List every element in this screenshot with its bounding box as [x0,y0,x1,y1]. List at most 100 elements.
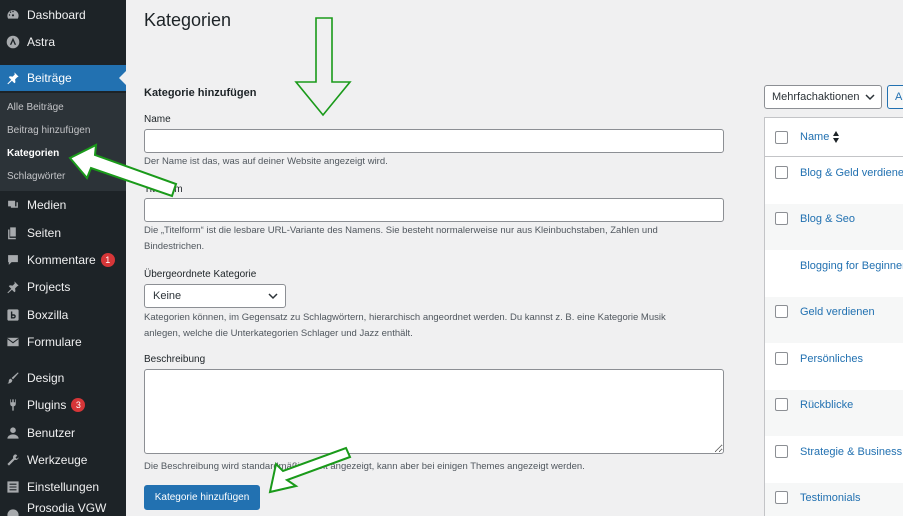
parent-category-label: Übergeordnete Kategorie [144,269,257,280]
category-name-link[interactable]: Blog & Seo [800,213,855,225]
media-icon [6,198,20,212]
categories-table: Name Blog & Geld verdienen Blog & Seo Bl… [764,117,903,516]
menu-label: Prosodia VGW OS [27,501,107,516]
astra-icon [6,35,20,49]
category-name-link[interactable]: Persönliches [800,353,863,365]
category-name-link[interactable]: Blog & Geld verdienen [800,167,903,179]
table-row: Geld verdienen [765,297,903,343]
plugin-icon [6,398,20,412]
row-checkbox[interactable] [775,212,788,225]
page-title: Kategorien [144,10,232,30]
plugin-update-badge: 3 [71,398,86,412]
menu-projects[interactable]: Projects [0,274,126,300]
submenu-tags[interactable]: Schlagwörter [7,171,65,182]
menu-label: Plugins [27,398,67,412]
row-checkbox[interactable] [775,398,788,411]
slug-label: Titelform [144,184,183,195]
menu-kommentare[interactable]: Kommentare 1 [0,247,126,273]
parent-description-line-1: Kategorien können, im Gegensatz zu Schla… [144,312,666,323]
table-row: Strategie & Business [765,437,903,483]
parent-description-line-2: anlegen, welche die Unterkategorien Schl… [144,328,413,339]
pages-icon [6,226,20,240]
user-icon [6,426,20,440]
category-name-link[interactable]: Geld verdienen [800,306,875,318]
category-name-link[interactable]: Rückblicke [800,399,853,411]
brush-icon [6,371,20,385]
category-name-link[interactable]: Testimonials [800,492,861,504]
boxzilla-icon [6,308,20,322]
menu-label: Formulare [27,335,82,349]
description-textarea[interactable] [144,369,724,454]
menu-benutzer[interactable]: Benutzer [0,420,126,446]
bulk-actions-select[interactable]: Mehrfachaktionen [764,85,882,109]
slug-description-line-2: Bindestrichen. [144,241,205,252]
menu-plugins[interactable]: Plugins 3 [0,392,126,418]
menu-boxzilla[interactable]: Boxzilla [0,302,126,328]
menu-label: Medien [27,198,67,212]
table-row: Testimonials [765,483,903,516]
pin-icon [6,280,20,294]
menu-label: Design [27,371,65,385]
menu-dashboard[interactable]: Dashboard [0,2,126,28]
mail-icon [6,335,20,349]
submenu-categories[interactable]: Kategorien [7,148,59,159]
parent-category-select[interactable]: Keine [144,284,286,308]
menu-label: Projects [27,280,71,294]
sort-icon[interactable] [832,130,840,144]
column-name-header[interactable]: Name [800,131,829,143]
menu-label: Benutzer [27,426,76,440]
annotation-arrow-down-icon [294,17,352,117]
row-checkbox[interactable] [775,445,788,458]
table-header: Name [765,118,903,157]
table-row: Blog & Geld verdienen [765,158,903,204]
category-name-link[interactable]: Blogging for Beginners [800,260,903,272]
menu-prosodia[interactable]: Prosodia VGW OS [0,501,126,516]
slug-input[interactable] [144,198,724,222]
description-help: Die Beschreibung wird standardmäßig nich… [144,461,585,472]
menu-label: Kommentare [27,253,96,267]
apply-button[interactable]: A [887,85,903,109]
name-label: Name [144,114,171,125]
row-checkbox[interactable] [775,352,788,365]
pin-icon [6,71,20,85]
slug-description: Die „Titelform“ ist die lesbare URL-Vari… [144,223,724,255]
menu-label: Beiträge [27,71,72,85]
posts-submenu: Alle Beiträge Beitrag hinzufügen Kategor… [0,93,126,191]
settings-icon [6,480,20,494]
submenu-all-posts[interactable]: Alle Beiträge [7,102,64,113]
select-all-checkbox[interactable] [775,131,788,144]
menu-design[interactable]: Design [0,365,126,391]
slug-description-line-1: Die „Titelform“ ist die lesbare URL-Vari… [144,225,658,236]
menu-label: Einstellungen [27,480,100,494]
add-category-button[interactable]: Kategorie hinzufügen [144,485,260,510]
chevron-down-icon [268,293,278,300]
menu-medien[interactable]: Medien [0,192,126,218]
category-name-link[interactable]: Strategie & Business [800,446,902,458]
comment-icon [6,253,20,267]
dashboard-icon [6,8,20,22]
submenu-add-post[interactable]: Beitrag hinzufügen [7,125,90,136]
prosodia-icon [6,508,20,516]
description-label: Beschreibung [144,354,206,365]
row-checkbox[interactable] [775,166,788,179]
admin-sidebar: Dashboard Astra Beiträge Alle Beiträge B… [0,0,126,516]
row-checkbox[interactable] [775,305,788,318]
row-checkbox[interactable] [775,491,788,504]
table-row: Persönliches [765,344,903,390]
menu-astra[interactable]: Astra [0,29,126,55]
comment-count-badge: 1 [100,253,115,267]
table-row: Blog & Seo [765,204,903,250]
bulk-actions-value: Mehrfachaktionen [772,91,860,103]
name-input[interactable] [144,129,724,153]
menu-beitraege[interactable]: Beiträge [0,65,126,91]
menu-seiten[interactable]: Seiten [0,220,126,246]
menu-werkzeuge[interactable]: Werkzeuge [0,447,126,473]
menu-formulare[interactable]: Formulare [0,329,126,355]
menu-einstellungen[interactable]: Einstellungen [0,474,126,500]
menu-label: Seiten [27,226,62,240]
menu-label: Boxzilla [27,308,69,322]
chevron-down-icon [865,94,875,101]
menu-label: Werkzeuge [27,453,88,467]
add-category-heading: Kategorie hinzufügen [144,87,257,99]
parent-category-description: Kategorien können, im Gegensatz zu Schla… [144,310,724,342]
